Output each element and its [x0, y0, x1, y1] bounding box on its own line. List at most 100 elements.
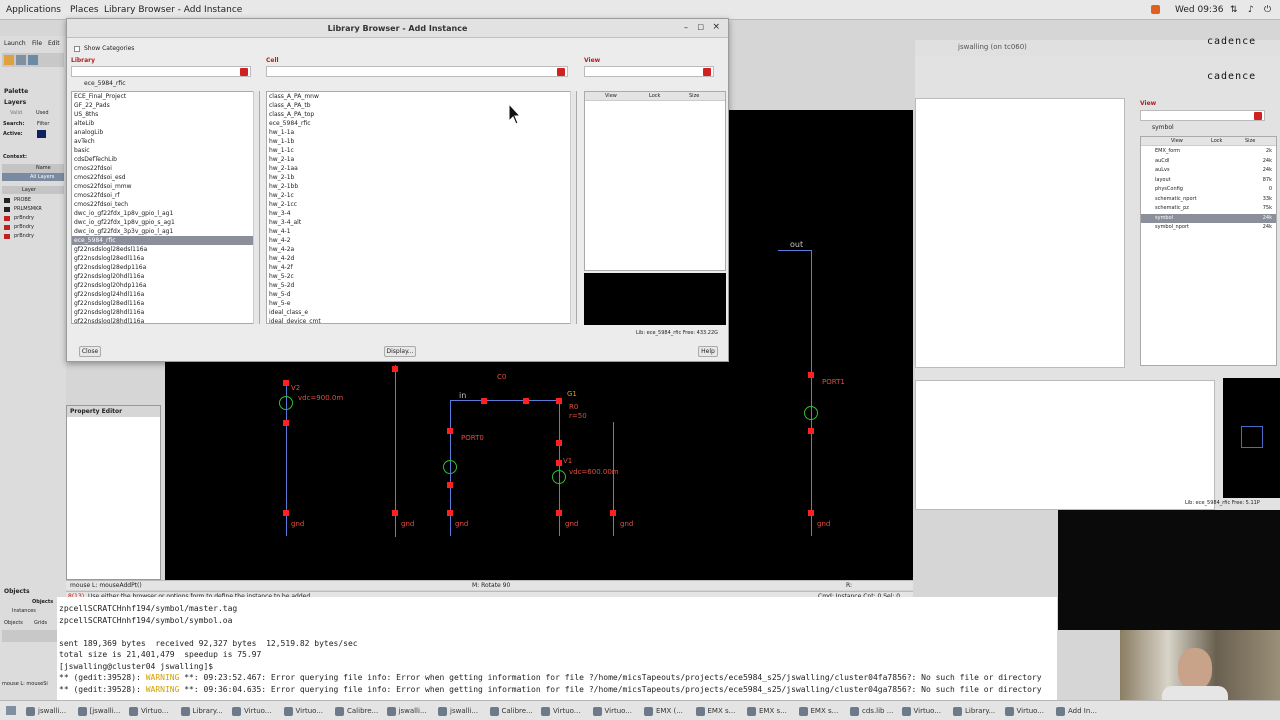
filter-clear-icon[interactable] [557, 68, 565, 76]
power-icon[interactable]: ⏻ [1264, 0, 1271, 20]
library-item[interactable]: gf22nsdslogl28hdl116a [72, 317, 259, 323]
launch-menu[interactable]: Launch [4, 40, 26, 47]
valid-checkbox[interactable]: Valid [10, 110, 22, 116]
pin[interactable] [447, 482, 453, 488]
library-item[interactable]: cmos22fdsoi_mmw [72, 182, 259, 191]
port0-label[interactable]: PORT0 [461, 434, 484, 442]
c0-label[interactable]: C0 [497, 373, 506, 381]
filter-clear-icon[interactable] [703, 68, 711, 76]
gnd-label[interactable]: gnd [620, 520, 633, 528]
library-item[interactable]: GF_22_Pads [72, 101, 259, 110]
cell-item[interactable]: hw_4-2 [267, 236, 576, 245]
library-item[interactable]: cmos22fdsoi_esd [72, 173, 259, 182]
library-item[interactable]: analogLib [72, 128, 259, 137]
cell-item[interactable]: ece_5984_rfic [267, 119, 576, 128]
network-icon[interactable]: ⇅ [1230, 0, 1238, 20]
cell-item[interactable]: class_A_PA_top [267, 110, 576, 119]
col-view[interactable]: View [605, 92, 617, 101]
tab-objects[interactable]: Objects [4, 620, 23, 626]
taskbar-item[interactable]: EMX s... [694, 704, 742, 719]
pin[interactable] [610, 510, 616, 516]
col-lock[interactable]: Lock [1211, 137, 1222, 146]
r-value-label[interactable]: r=50 [569, 412, 587, 420]
cell-item[interactable]: hw_4-2a [267, 245, 576, 254]
volume-icon[interactable]: ♪ [1248, 0, 1254, 20]
places-menu[interactable]: Places [70, 0, 99, 20]
taskbar-item[interactable]: Calibre... [488, 704, 536, 719]
library-item[interactable]: ECE_Final_Project [72, 92, 259, 101]
pin[interactable] [481, 398, 487, 404]
cell-item[interactable]: hw_5-2c [267, 272, 576, 281]
minimize-icon[interactable]: – [684, 23, 688, 32]
show-desktop-icon[interactable] [6, 706, 16, 715]
port1-label[interactable]: PORT1 [822, 378, 845, 386]
layer-row[interactable]: prBndry [2, 214, 64, 223]
filter-clear-icon[interactable] [240, 68, 248, 76]
taskbar-item[interactable]: cds.lib ... [848, 704, 896, 719]
dialog-titlebar[interactable]: Library Browser - Add Instance [67, 19, 728, 38]
gnd-label[interactable]: gnd [291, 520, 304, 528]
view-row[interactable]: auLvs 24k [1141, 166, 1276, 176]
cell-item[interactable]: hw_5-e [267, 299, 576, 308]
col-view[interactable]: View [1171, 137, 1183, 146]
v1-value-label[interactable]: vdc=600.00m [569, 468, 619, 476]
library-item[interactable]: gf22nsdslogl20hdl116a [72, 272, 259, 281]
applications-menu[interactable]: Applications [6, 0, 61, 20]
pin[interactable] [808, 372, 814, 378]
v1-label[interactable]: V1 [563, 457, 572, 465]
view-row[interactable]: physConfig 0 [1141, 185, 1276, 195]
pin[interactable] [283, 420, 289, 426]
cell-item[interactable]: hw_2-1cc [267, 200, 576, 209]
file-menu[interactable]: File [32, 40, 42, 47]
port1-source[interactable] [804, 406, 818, 420]
library-item[interactable]: dwc_io_gf22fdx_3p3v_gpio_l_ag1 [72, 227, 259, 236]
taskbar-item[interactable]: Library... [179, 704, 227, 719]
pin[interactable] [808, 428, 814, 434]
layer-row[interactable]: prBndry [2, 223, 64, 232]
cell-item[interactable]: hw_2-1a [267, 155, 576, 164]
pin[interactable] [283, 510, 289, 516]
taskbar-item[interactable]: Virtuo... [127, 704, 175, 719]
library-item[interactable]: gf22nsdslogl24hdl116a [72, 290, 259, 299]
display-button[interactable]: Display... [384, 346, 416, 357]
all-layers-row[interactable]: All Layers [2, 173, 64, 181]
taskbar-item[interactable]: jswalli... [385, 704, 433, 719]
layer-row[interactable]: PROBE [2, 196, 64, 205]
cell-item[interactable]: hw_2-1c [267, 191, 576, 200]
active-window-title[interactable]: Library Browser - Add Instance [104, 0, 242, 20]
cell-item[interactable]: hw_1-1b [267, 137, 576, 146]
library-item[interactable]: gf22nsdslogl28edp116a [72, 263, 259, 272]
library-item[interactable]: cdsDefTechLib [72, 155, 259, 164]
col-size[interactable]: Size [1245, 137, 1255, 146]
v2-label[interactable]: V2 [291, 384, 300, 392]
library-item[interactable]: cmos22fdsoi_tech [72, 200, 259, 209]
cell-item[interactable]: hw_1-1c [267, 146, 576, 155]
filter-clear-icon[interactable] [1254, 112, 1262, 120]
gnd-label[interactable]: gnd [565, 520, 578, 528]
wire[interactable] [778, 250, 811, 251]
pin[interactable] [392, 510, 398, 516]
taskbar-item[interactable]: EMX s... [745, 704, 793, 719]
taskbar-item[interactable]: Virtuo... [282, 704, 330, 719]
library-item[interactable]: gf22nsdslogl28hdl116a [72, 308, 259, 317]
cell-item[interactable]: class_A_PA_tb [267, 101, 576, 110]
name-column[interactable]: Name [2, 164, 64, 173]
pin[interactable] [556, 460, 562, 466]
view-filter[interactable] [1140, 110, 1265, 121]
library-item[interactable]: gf22nsdslogl28edl116a [72, 254, 259, 263]
library-item[interactable]: gf22nsdslogl28edl116a [72, 299, 259, 308]
wire[interactable] [811, 250, 812, 536]
port0-source[interactable] [443, 460, 457, 474]
notification-icon[interactable] [1151, 5, 1160, 14]
help-button[interactable]: Help [698, 346, 718, 357]
view-row[interactable]: layout 87k [1141, 176, 1276, 186]
voltage-source-v1[interactable] [552, 470, 566, 484]
library-item[interactable]: gf22nsdslogl20hdp116a [72, 281, 259, 290]
net-label-out[interactable]: out [790, 240, 803, 249]
cell-scrollbar[interactable] [570, 91, 576, 324]
pin[interactable] [808, 510, 814, 516]
gnd-label[interactable]: gnd [817, 520, 830, 528]
net-label-in[interactable]: in [459, 391, 466, 400]
view-row[interactable]: schematic_pz 75k [1141, 204, 1276, 214]
taskbar-item[interactable]: EMX (... [642, 704, 690, 719]
